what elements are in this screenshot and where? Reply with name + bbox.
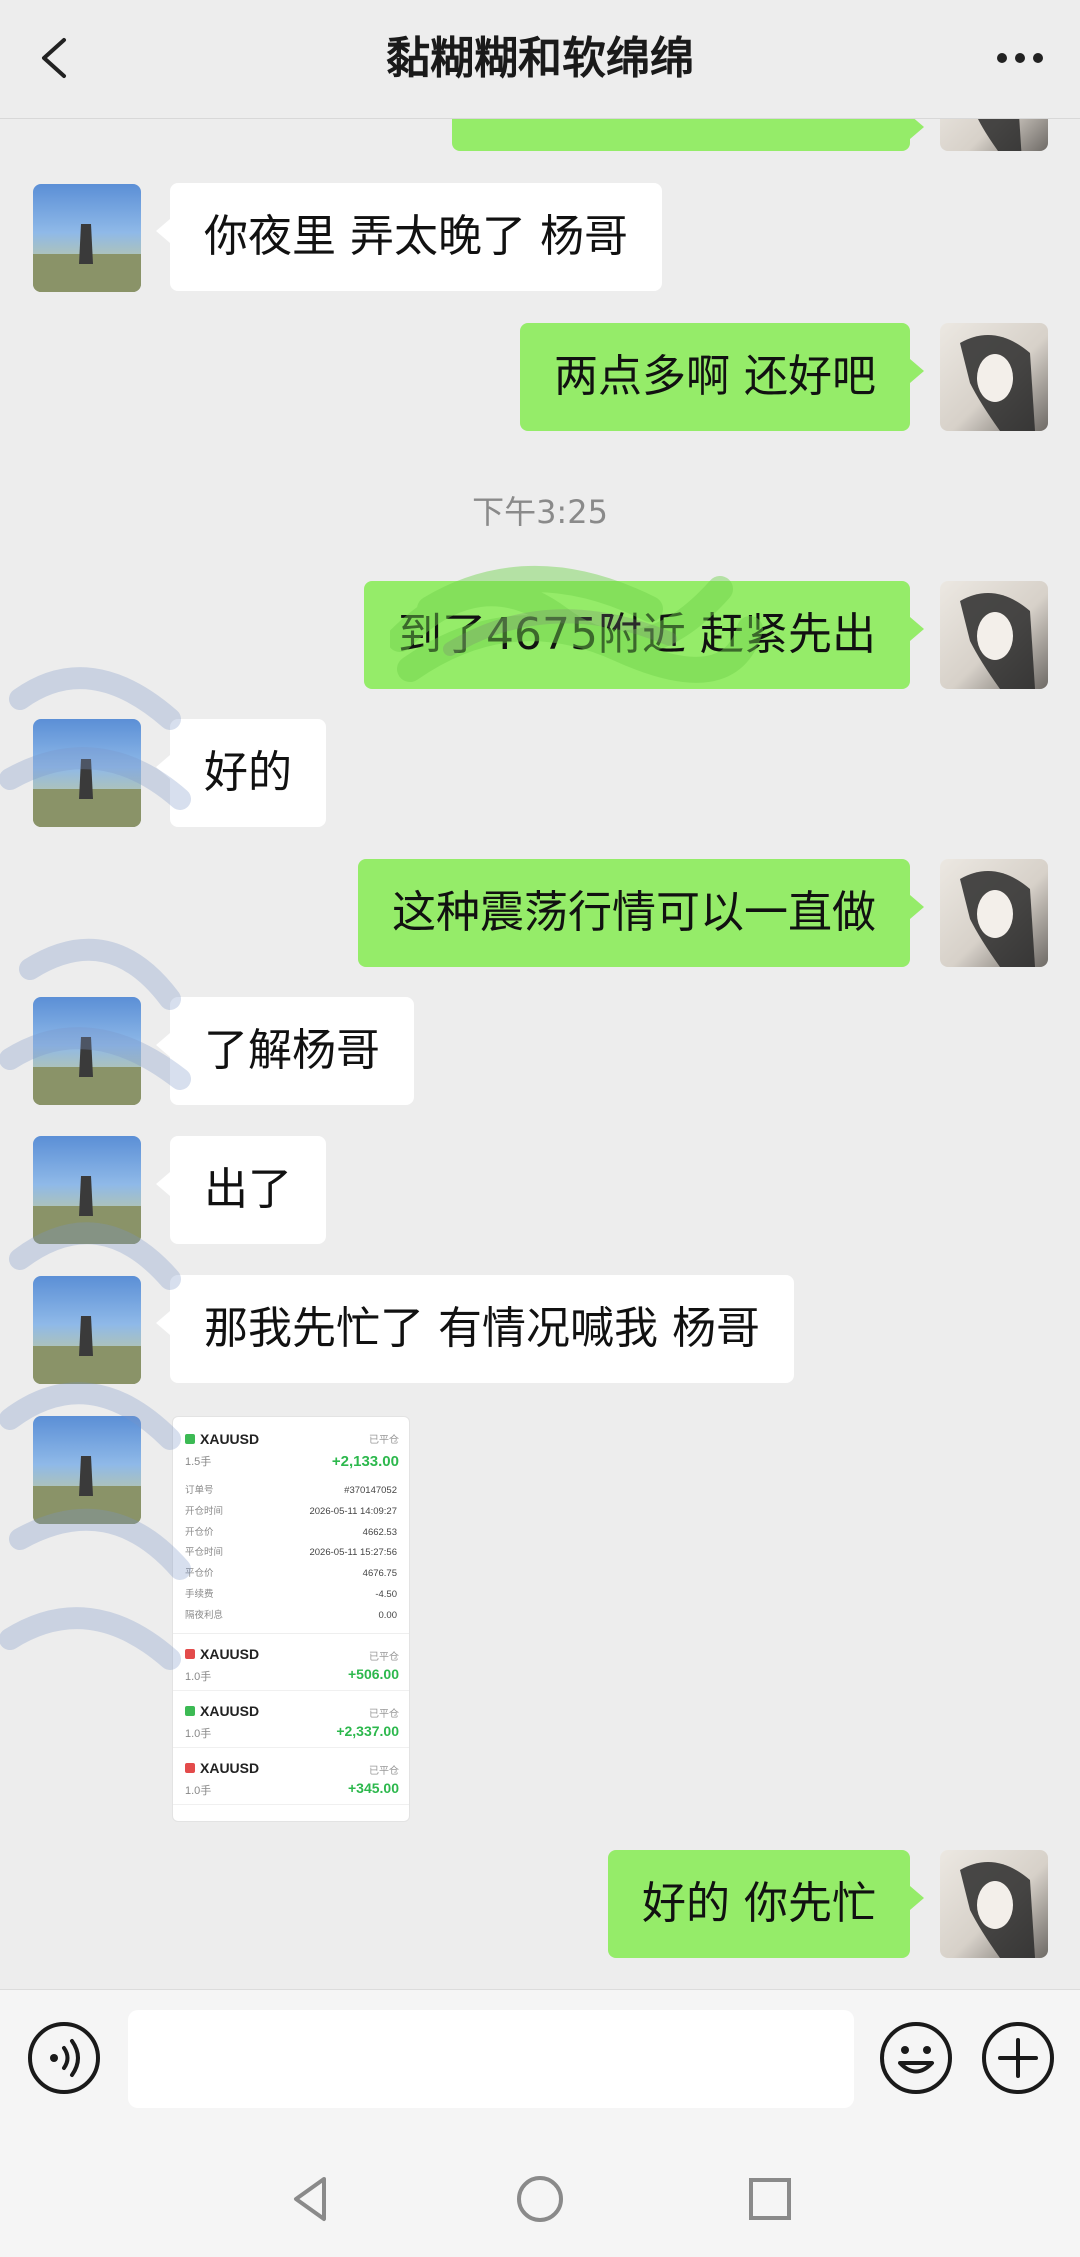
trade-order-card: XAUUSD 1.0手 已平仓 +506.00: [173, 1634, 409, 1691]
avatar-contact[interactable]: [33, 719, 141, 827]
more-functions-button[interactable]: [978, 2018, 1058, 2098]
avatar-self-image: [978, 119, 1022, 151]
message-bubble-incoming[interactable]: 好的: [156, 719, 326, 827]
system-navigation-bar: [0, 2139, 1080, 2257]
trade-detail-row: 手续费 -4.50: [185, 1588, 397, 1600]
trade-details: 订单号 #370147052 开仓时间 2026-05-11 14:09:27 开仓…: [173, 1475, 409, 1634]
avatar-self[interactable]: [940, 581, 1048, 689]
avatar-contact[interactable]: [33, 1136, 141, 1244]
buy-indicator-icon: [185, 1705, 195, 1716]
message-bubble-outgoing[interactable]: 两点多啊 还好吧: [520, 323, 924, 431]
emoji-icon: [880, 2022, 952, 2094]
more-dots-icon: [997, 53, 1043, 63]
message-bubble-outgoing[interactable]: 好的 你先忙: [608, 1850, 924, 1958]
trade-profit: +2,133.00: [331, 1453, 399, 1470]
emoji-button[interactable]: [876, 2018, 956, 2098]
avatar-self-image: [960, 335, 1035, 431]
trade-detail-row: 平仓时间 2026-05-11 15:27:56: [185, 1547, 397, 1559]
avatar-contact[interactable]: [33, 1416, 141, 1524]
nav-home-button[interactable]: [510, 2169, 570, 2229]
avatar-contact-image: [33, 224, 141, 292]
nav-back-button[interactable]: [280, 2169, 340, 2229]
message-bubble-incoming[interactable]: 了解杨哥: [156, 997, 414, 1105]
plus-icon: [982, 2022, 1054, 2094]
chat-title: 黏糊糊和软绵绵: [386, 33, 694, 84]
buy-indicator-icon: [185, 1434, 195, 1444]
avatar-contact-image: [33, 1176, 141, 1244]
avatar-contact-image: [33, 1037, 141, 1105]
avatar-self-image: [960, 1862, 1035, 1958]
avatar-contact-image: [33, 1316, 141, 1384]
circle-home-icon: [517, 2176, 563, 2222]
message-bubble-outgoing[interactable]: 这种震荡行情可以一直做: [358, 859, 924, 967]
message-bubble-outgoing[interactable]: 到了4675附近 赶紧先出: [364, 581, 924, 689]
avatar-contact[interactable]: [33, 184, 141, 292]
input-bar: [0, 1989, 1080, 2140]
top-bar: 黏糊糊和软绵绵: [0, 0, 1080, 119]
avatar-contact-image: [33, 759, 141, 827]
message-input[interactable]: [128, 2010, 854, 2108]
avatar-self[interactable]: [940, 323, 1048, 431]
trade-screenshot-image[interactable]: XAUUSD 1.5手 已平仓 +2,133.00 订单号 #370147052 …: [172, 1416, 410, 1822]
message-bubble-incoming[interactable]: 那我先忙了 有情况喊我 杨哥: [156, 1275, 794, 1383]
avatar-self-image: [960, 871, 1035, 967]
sell-indicator-icon: [185, 1648, 195, 1659]
trade-detail-row: 隔夜利息 0.00: [185, 1609, 397, 1621]
voice-icon: [28, 2022, 100, 2094]
square-recents-icon: [749, 2178, 791, 2220]
voice-input-button[interactable]: [24, 2018, 104, 2098]
triangle-back-icon: [294, 2177, 326, 2221]
nav-recents-button[interactable]: [740, 2169, 800, 2229]
message-bubble-incoming[interactable]: 你夜里 弄太晚了 杨哥: [156, 183, 662, 291]
avatar-contact-image: [33, 1456, 141, 1524]
trade-detail-row: 开仓时间 2026-05-11 14:09:27: [185, 1505, 397, 1517]
trade-status: 已平仓: [369, 1435, 399, 1446]
sell-indicator-icon: [185, 1762, 195, 1773]
chat-area[interactable]: 你夜里 弄太晚了 杨哥 两点多啊 还好吧 下午3:25 到了4675附近 赶紧先…: [0, 119, 1080, 1989]
trade-order-card: XAUUSD 1.0手 已平仓 +2,337.00: [173, 1691, 409, 1748]
trade-order-card: XAUUSD 1.0手 已平仓 +345.00: [173, 1748, 409, 1805]
trade-detail-row: 平仓价 4676.75: [185, 1568, 397, 1580]
message-timestamp: 下午3:25: [472, 493, 608, 531]
avatar-self[interactable]: [940, 119, 1048, 151]
avatar-contact[interactable]: [33, 997, 141, 1105]
avatar-self[interactable]: [940, 1850, 1048, 1958]
message-bubble-incoming[interactable]: 出了: [156, 1136, 326, 1244]
avatar-self[interactable]: [940, 859, 1048, 967]
trade-detail-row: 订单号 #370147052: [185, 1485, 397, 1496]
avatar-self-image: [960, 593, 1035, 689]
avatar-contact[interactable]: [33, 1276, 141, 1384]
more-options-button[interactable]: [980, 30, 1060, 86]
trade-detail-row: 开仓价 4662.53: [185, 1526, 397, 1538]
trade-summary: XAUUSD 1.5手 已平仓 +2,133.00: [173, 1417, 409, 1475]
message-bubble-partial[interactable]: [452, 119, 924, 151]
trade-symbol: XAUUSD: [200, 1431, 260, 1447]
